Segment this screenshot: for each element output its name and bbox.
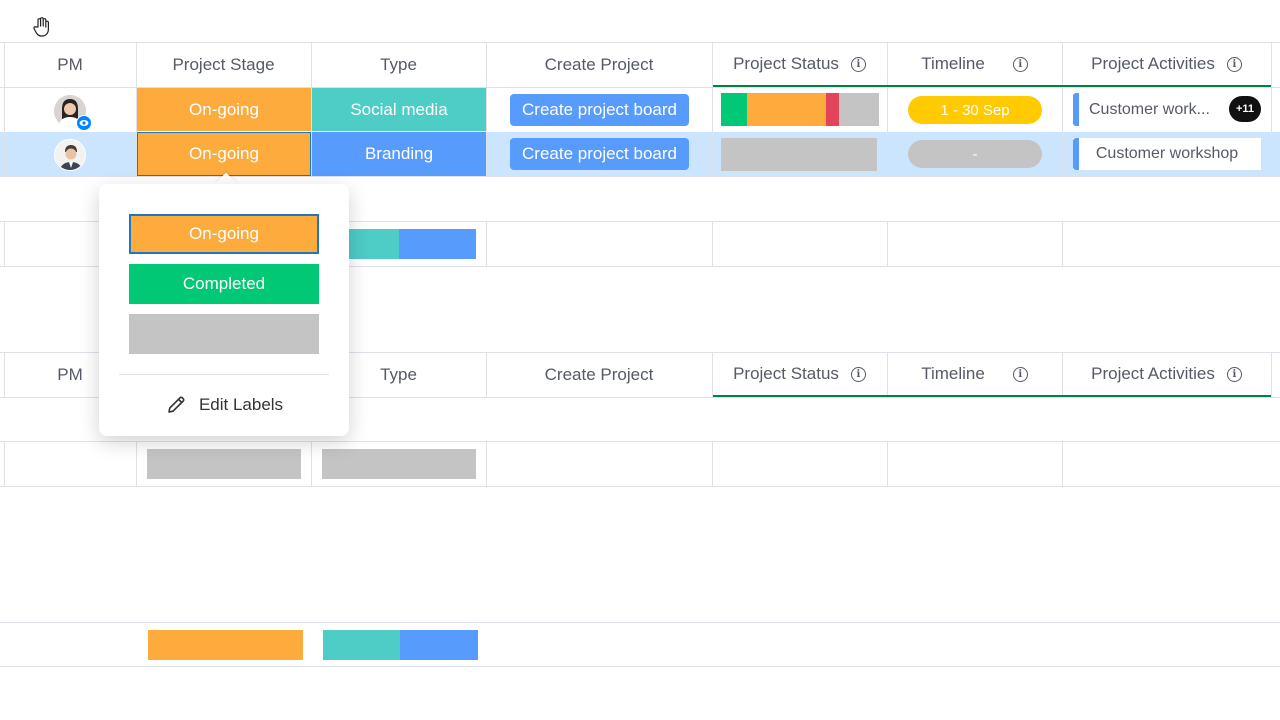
header-label: Project Status <box>733 54 839 73</box>
header-underline <box>713 85 1271 87</box>
type-cell[interactable]: Branding <box>312 132 486 176</box>
status-segment-completed <box>721 93 747 126</box>
status-segment-on-going <box>747 93 826 126</box>
grid-line <box>0 486 1280 487</box>
header-label: Type <box>380 55 417 74</box>
grid-line <box>0 666 1280 667</box>
column-header-type[interactable]: Type <box>311 43 486 87</box>
summary-type-empty <box>322 449 476 479</box>
info-icon[interactable]: i <box>1012 366 1028 382</box>
label-option-on-going[interactable]: On-going <box>129 214 319 254</box>
info-icon[interactable]: i <box>1226 56 1242 72</box>
grid-line <box>712 441 713 486</box>
stage-label: On-going <box>189 99 259 119</box>
column-header-project-activities[interactable]: Project Activities i <box>1062 42 1271 86</box>
edit-labels-button[interactable]: Edit Labels <box>99 390 349 420</box>
info-icon[interactable]: i <box>850 366 866 382</box>
column-header-project-status[interactable]: Project Status i <box>712 42 887 86</box>
status-segment-stuck <box>826 93 839 126</box>
option-label: Completed <box>182 274 266 293</box>
type-cell[interactable]: Social media <box>312 88 486 131</box>
column-header-create-project[interactable]: Create Project <box>486 43 712 87</box>
stage-cell[interactable]: On-going <box>137 88 311 131</box>
info-icon[interactable]: i <box>1226 366 1242 382</box>
grid-line <box>1062 221 1063 266</box>
info-icon[interactable]: i <box>850 56 866 72</box>
timeline-pill[interactable]: 1 - 30 Sep <box>908 96 1042 124</box>
grid-line <box>0 441 1280 442</box>
hand-cursor-icon <box>32 16 52 43</box>
header-label: Project Status <box>733 364 839 383</box>
eye-icon <box>76 115 92 131</box>
button-label: Create project board <box>522 144 677 163</box>
stage-cell[interactable]: On-going <box>137 132 311 176</box>
grid-line <box>0 622 1280 623</box>
summary-type-social-media <box>323 630 400 660</box>
avatar[interactable] <box>54 139 86 171</box>
grid-line <box>311 441 312 486</box>
activity-accent <box>1073 93 1079 126</box>
label-option-empty[interactable] <box>129 314 319 354</box>
grid-line <box>1271 352 1272 397</box>
type-label: Social media <box>350 99 448 119</box>
summary-stage-on-going <box>148 630 303 660</box>
type-label: Branding <box>364 144 434 163</box>
header-label: Project Activities <box>1091 54 1215 73</box>
grid-line <box>486 441 487 486</box>
status-segment-empty <box>839 93 879 126</box>
grid-line <box>486 221 487 266</box>
timeline-label: - <box>972 145 978 163</box>
column-header-project-activities[interactable]: Project Activities i <box>1062 352 1271 396</box>
edit-labels-label: Edit Labels <box>198 395 284 414</box>
more-activities-badge[interactable]: +11 <box>1229 96 1261 122</box>
activity-accent <box>1073 138 1079 170</box>
grid-line <box>0 176 1280 177</box>
label-picker-popover: On-going Completed Edit Labels <box>99 184 349 436</box>
stage-label: On-going <box>189 144 259 163</box>
activity-label: Customer workshop <box>1095 145 1239 162</box>
summary-type-branding <box>399 229 476 259</box>
grid-line <box>887 221 888 266</box>
header-label: PM <box>57 55 83 74</box>
column-header-timeline[interactable]: Timeline i <box>887 42 1062 86</box>
button-label: Create project board <box>522 100 677 119</box>
create-project-board-button[interactable]: Create project board <box>510 94 689 126</box>
header-label: Timeline <box>921 54 985 73</box>
header-label: Create Project <box>544 365 654 384</box>
grid-line <box>712 221 713 266</box>
pencil-icon <box>168 396 185 413</box>
grid-line <box>887 441 888 486</box>
column-header-timeline[interactable]: Timeline i <box>887 352 1062 396</box>
column-header-project-status[interactable]: Project Status i <box>712 352 887 396</box>
grid-line <box>136 441 137 486</box>
activity-item[interactable]: Customer workshop <box>1073 138 1261 170</box>
timeline-pill[interactable]: - <box>908 140 1042 168</box>
grid-line <box>1271 42 1272 176</box>
timeline-label: 1 - 30 Sep <box>940 101 1010 119</box>
grid-line <box>4 441 5 486</box>
summary-stage-empty <box>147 449 301 479</box>
grid-line <box>4 221 5 266</box>
header-label: PM <box>57 365 83 384</box>
header-label: Type <box>380 365 417 384</box>
create-project-board-button[interactable]: Create project board <box>510 138 689 170</box>
option-label: On-going <box>189 224 259 243</box>
column-header-pm[interactable]: PM <box>4 43 136 87</box>
summary-type-branding <box>400 630 478 660</box>
divider <box>119 374 329 375</box>
column-header-project-stage[interactable]: Project Stage <box>136 43 311 87</box>
activity-label: Customer work... <box>1089 100 1210 118</box>
column-header-create-project[interactable]: Create Project <box>486 353 712 397</box>
header-label: Create Project <box>544 55 654 74</box>
label-option-completed[interactable]: Completed <box>129 264 319 304</box>
info-icon[interactable]: i <box>1012 56 1028 72</box>
status-bar-empty <box>721 138 877 171</box>
badge-label: +11 <box>1235 103 1255 115</box>
header-underline <box>713 395 1271 397</box>
grid-line <box>1062 441 1063 486</box>
header-label: Timeline <box>921 364 985 383</box>
header-label: Project Stage <box>172 55 275 74</box>
header-label: Project Activities <box>1091 364 1215 383</box>
